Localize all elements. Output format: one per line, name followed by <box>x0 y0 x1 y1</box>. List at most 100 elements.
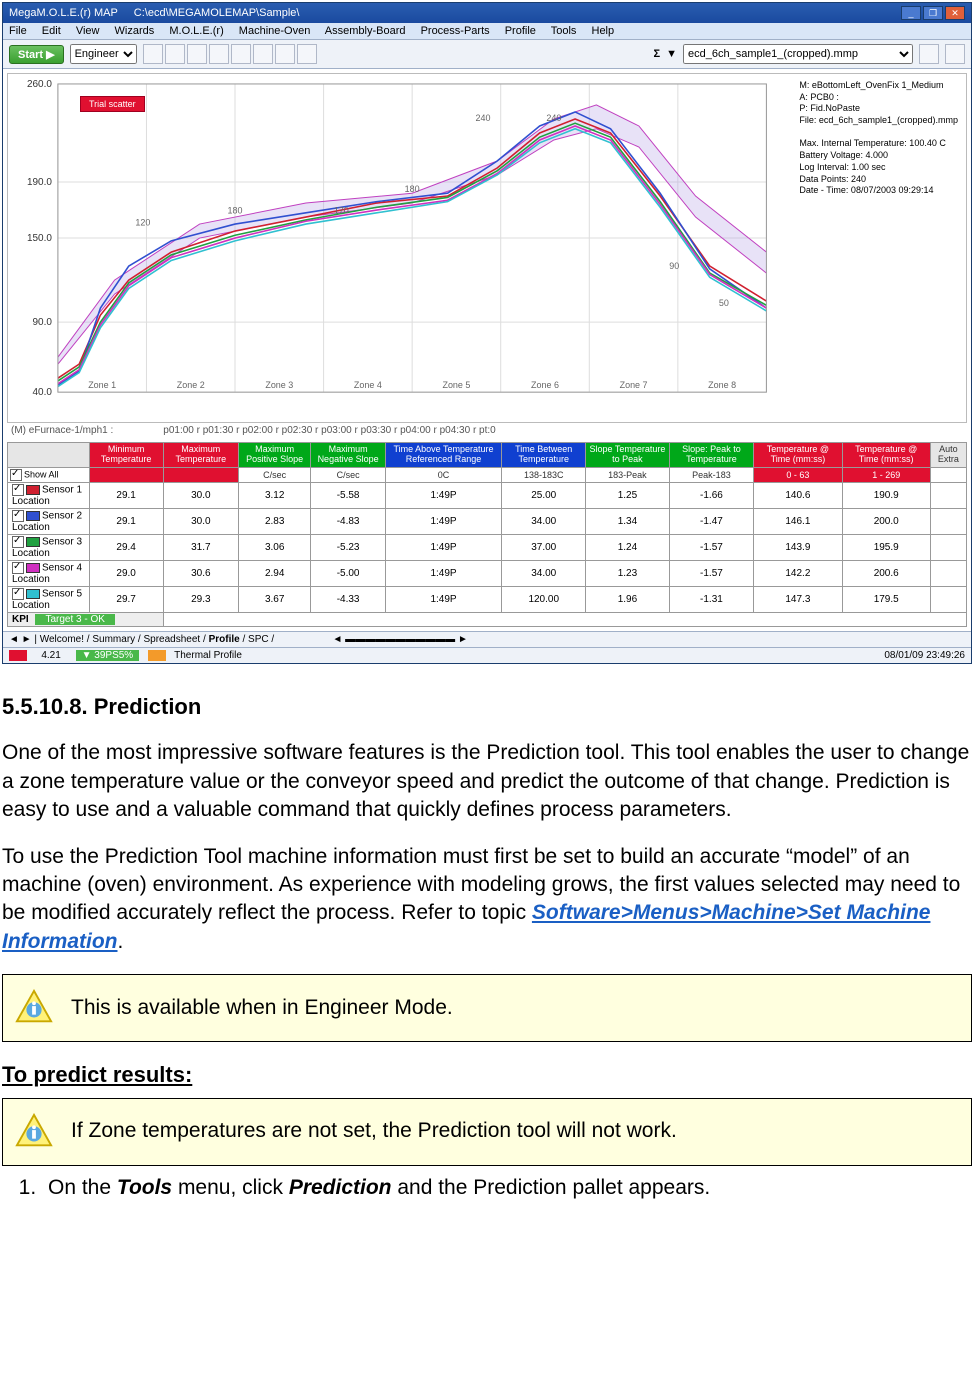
toolbar-icon[interactable] <box>165 44 185 64</box>
x-axis-ticks: p01:00 r p01:30 r p02:00 r p02:30 r p03:… <box>163 425 495 436</box>
statistics-table: Minimum TemperatureMaximum TemperatureMa… <box>7 442 967 627</box>
svg-text:Zone 8: Zone 8 <box>708 380 736 390</box>
x-axis-machine-label: (M) eFurnace-1/mph1 : <box>11 425 113 436</box>
menu-assembly-board[interactable]: Assembly-Board <box>325 25 406 37</box>
kpi-status: Target 3 - OK <box>35 614 114 625</box>
sensor-checkbox[interactable] <box>12 536 24 548</box>
worksheet-tabs: ◄ ► | Welcome! / Summary / Spreadsheet /… <box>3 631 971 647</box>
sensor-checkbox[interactable] <box>12 588 24 600</box>
sensor-checkbox[interactable] <box>12 484 24 496</box>
sigma-icon[interactable]: Σ <box>654 48 661 60</box>
svg-text:150.0: 150.0 <box>27 233 52 244</box>
menu-profile[interactable]: Profile <box>505 25 536 37</box>
engineer-mode-note: This is available when in Engineer Mode. <box>2 974 972 1042</box>
title-bar: MegaM.O.L.E.(r) MAP C:\ecd\MEGAMOLEMAP\S… <box>3 3 971 23</box>
start-button[interactable]: Start ▶ <box>9 45 64 64</box>
trial-scatter-label: Trial scatter <box>80 96 145 112</box>
nav-next-button[interactable] <box>945 44 965 64</box>
svg-text:Zone 3: Zone 3 <box>265 380 293 390</box>
toolbar-icon[interactable] <box>231 44 251 64</box>
svg-text:50: 50 <box>719 298 729 308</box>
menu-process-parts[interactable]: Process-Parts <box>421 25 490 37</box>
status-center: Thermal Profile <box>174 650 242 661</box>
svg-text:Zone 2: Zone 2 <box>177 380 205 390</box>
svg-text:Zone 4: Zone 4 <box>354 380 382 390</box>
toolbar-icon[interactable] <box>143 44 163 64</box>
mode-select[interactable]: Engineer <box>70 44 137 64</box>
menu-view[interactable]: View <box>76 25 100 37</box>
svg-text:120: 120 <box>135 218 150 228</box>
toolbar-icon[interactable] <box>275 44 295 64</box>
menu-wizards[interactable]: Wizards <box>115 25 155 37</box>
svg-text:190.0: 190.0 <box>27 177 52 188</box>
nav-prev-button[interactable] <box>919 44 939 64</box>
svg-text:90.0: 90.0 <box>32 317 52 328</box>
tab-spc[interactable]: SPC <box>248 634 269 645</box>
svg-text:Zone 6: Zone 6 <box>531 380 559 390</box>
table-subheader-row: Show AllC/secC/sec0C138-183C183-PeakPeak… <box>8 467 967 482</box>
tab-summary[interactable]: Summary <box>92 634 135 645</box>
table-row: Sensor 3 Location29.431.73.06-5.231:49P3… <box>8 534 967 560</box>
close-button[interactable]: ✕ <box>945 6 965 20</box>
app-title: MegaM.O.L.E.(r) MAP <box>9 7 118 19</box>
svg-text:90: 90 <box>669 261 679 271</box>
document-path: C:\ecd\MEGAMOLEMAP\Sample\ <box>134 7 300 19</box>
minimize-button[interactable]: _ <box>901 6 921 20</box>
kpi-row: KPI Target 3 - OK <box>8 612 967 626</box>
file-select[interactable]: ecd_6ch_sample1_(cropped).mmp <box>683 44 913 64</box>
menu-help[interactable]: Help <box>592 25 615 37</box>
svg-text:260.0: 260.0 <box>27 79 52 90</box>
toolbar-icon[interactable] <box>187 44 207 64</box>
status-datetime: 08/01/09 23:49:26 <box>884 650 965 661</box>
info-icon <box>15 989 53 1027</box>
usage-paragraph: To use the Prediction Tool machine infor… <box>2 843 972 956</box>
table-row: Sensor 1 Location29.130.03.12-5.581:49P2… <box>8 482 967 508</box>
toolbar-icon[interactable] <box>209 44 229 64</box>
svg-text:240: 240 <box>476 113 491 123</box>
menu-machine-oven[interactable]: Machine-Oven <box>239 25 311 37</box>
note-text: If Zone temperatures are not set, the Pr… <box>71 1117 677 1145</box>
profile-chart[interactable]: 40.0 90.0 150.0 190.0 260.0 Zone 1 Zone 2 Zone … <box>7 73 967 423</box>
toolbar-icon[interactable] <box>297 44 317 64</box>
menu-bar: File Edit View Wizards M.O.L.E.(r) Machi… <box>3 23 971 40</box>
status-orange-chip <box>148 650 166 661</box>
toolbar-icon[interactable] <box>253 44 273 64</box>
menu-edit[interactable]: Edit <box>42 25 61 37</box>
status-value: 4.21 <box>35 650 66 661</box>
show-all-checkbox[interactable] <box>10 469 22 481</box>
status-green-chip: ▼ 39PS5% <box>76 650 140 661</box>
window-controls: _ ❐ ✕ <box>901 6 965 20</box>
svg-text:180: 180 <box>228 205 243 215</box>
chart-panel: 40.0 90.0 150.0 190.0 260.0 Zone 1 Zone 2 Zone … <box>3 69 971 631</box>
intro-paragraph: One of the most impressive software feat… <box>2 739 972 824</box>
kpi-label: KPI <box>12 614 29 625</box>
sensor-checkbox[interactable] <box>12 562 24 574</box>
note-text: This is available when in Engineer Mode. <box>71 994 453 1022</box>
maximize-button[interactable]: ❐ <box>923 6 943 20</box>
sensor-checkbox[interactable] <box>12 510 24 522</box>
show-all-label: Show All <box>24 469 59 479</box>
svg-text:Zone 1: Zone 1 <box>88 380 116 390</box>
main-toolbar: Start ▶ Engineer Σ ▼ ecd_6ch_sample1_(cr… <box>3 40 971 69</box>
table-row: Sensor 4 Location29.030.62.94-5.001:49P3… <box>8 560 967 586</box>
document-body: 5.5.10.8. Prediction One of the most imp… <box>0 692 974 1222</box>
section-heading: 5.5.10.8. Prediction <box>2 692 972 722</box>
status-bar: 4.21 ▼ 39PS5% Thermal Profile 08/01/09 2… <box>3 647 971 663</box>
chart-legend: M: eBottomLeft_OvenFix 1_MediumA: PCB0 :… <box>797 80 960 197</box>
svg-text:40.0: 40.0 <box>32 387 52 398</box>
x-axis-row: (M) eFurnace-1/mph1 : p01:00 r p01:30 r … <box>7 423 967 438</box>
tab-spreadsheet[interactable]: Spreadsheet <box>144 634 201 645</box>
menu-file[interactable]: File <box>9 25 27 37</box>
down-icon[interactable]: ▼ <box>666 48 677 60</box>
menu-tools[interactable]: Tools <box>551 25 577 37</box>
table-row: Sensor 5 Location29.729.33.67-4.331:49P1… <box>8 586 967 612</box>
info-icon <box>15 1113 53 1151</box>
tab-profile[interactable]: Profile <box>209 634 240 645</box>
zone-temp-note: If Zone temperatures are not set, the Pr… <box>2 1098 972 1166</box>
predict-results-heading: To predict results: <box>2 1060 972 1090</box>
tab-welcome[interactable]: Welcome! <box>40 634 84 645</box>
table-row: Sensor 2 Location29.130.02.83-4.831:49P3… <box>8 508 967 534</box>
menu-mole[interactable]: M.O.L.E.(r) <box>169 25 223 37</box>
procedure-steps: On the Tools menu, click Prediction and … <box>42 1174 972 1202</box>
toolbar-icon-group-1 <box>143 44 317 64</box>
